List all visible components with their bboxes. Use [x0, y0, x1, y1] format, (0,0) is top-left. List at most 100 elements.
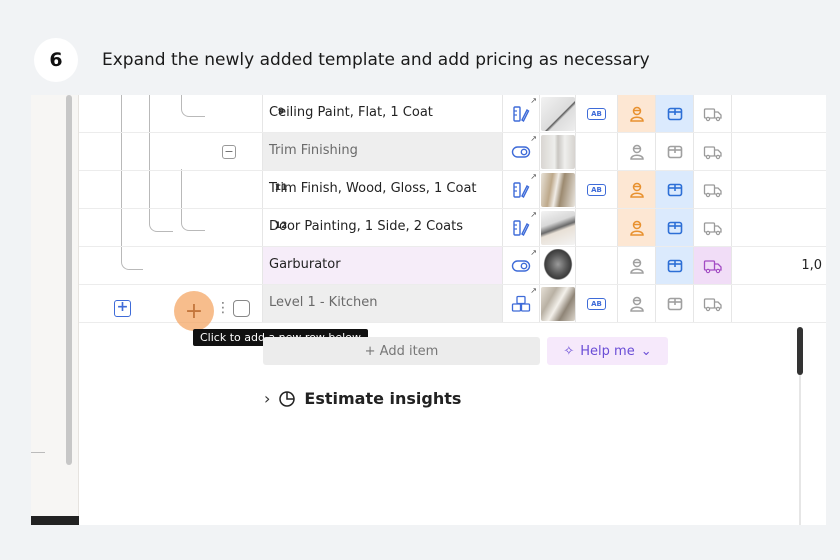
item-name: Trim Finish, Wood, Gloss, 1 Coat: [269, 181, 477, 196]
row-checkbox[interactable]: [233, 300, 250, 317]
item-image[interactable]: [539, 285, 575, 322]
pencil-ruler-icon: [512, 219, 530, 237]
type-cell[interactable]: ↗: [502, 133, 539, 170]
material-cell[interactable]: [655, 247, 693, 284]
ab-badge: AB: [587, 107, 606, 120]
add-item-button[interactable]: + Add item: [263, 337, 540, 365]
ab-badge: AB: [587, 297, 606, 310]
amount-cell[interactable]: [731, 285, 826, 322]
item-image[interactable]: [539, 133, 575, 170]
amount-cell[interactable]: [731, 209, 826, 246]
external-link-icon: ↗: [530, 248, 537, 257]
divider: [799, 375, 801, 525]
labor-cell[interactable]: [617, 285, 655, 322]
table-row[interactable]: 9 Ceiling Paint, Flat, 1 Coat ↗ AB: [79, 95, 826, 133]
ab-cell[interactable]: AB: [575, 171, 617, 208]
ab-cell[interactable]: AB: [575, 285, 617, 322]
item-name-cell[interactable]: Trim Finishing: [262, 133, 502, 170]
amount-cell[interactable]: [731, 133, 826, 170]
type-cell[interactable]: ↗: [502, 285, 539, 322]
material-cell[interactable]: [655, 171, 693, 208]
box-icon: [666, 257, 684, 275]
labor-cell[interactable]: [617, 209, 655, 246]
amount-cell[interactable]: [731, 95, 826, 132]
subcontract-cell[interactable]: [693, 285, 731, 322]
box-icon: [666, 181, 684, 199]
labor-cell[interactable]: [617, 133, 655, 170]
truck-icon: [703, 105, 723, 123]
item-image[interactable]: [539, 247, 575, 284]
truck-icon: [703, 295, 723, 313]
type-cell[interactable]: ↗: [502, 171, 539, 208]
help-me-button[interactable]: ✧ Help me ⌄: [547, 337, 668, 365]
chevron-down-icon: ⌄: [640, 343, 652, 359]
worker-icon: [628, 295, 646, 313]
amount-cell[interactable]: [731, 171, 826, 208]
material-cell[interactable]: [655, 133, 693, 170]
item-name-cell[interactable]: Trim Finish, Wood, Gloss, 1 Coat: [262, 171, 502, 208]
ab-cell[interactable]: AB: [575, 95, 617, 132]
item-image[interactable]: [539, 209, 575, 246]
left-scrollbar[interactable]: [66, 95, 72, 465]
ab-cell[interactable]: [575, 247, 617, 284]
material-cell[interactable]: [655, 285, 693, 322]
collapse-button[interactable]: −: [222, 145, 236, 159]
subcontract-cell[interactable]: [693, 247, 731, 284]
item-name-cell[interactable]: Door Painting, 1 Side, 2 Coats: [262, 209, 502, 246]
material-cell[interactable]: [655, 209, 693, 246]
truck-icon: [703, 181, 723, 199]
ab-badge: AB: [587, 183, 606, 196]
item-name-cell[interactable]: Level 1 - Kitchen: [262, 285, 502, 322]
external-link-icon: ↗: [530, 286, 537, 295]
box-icon: [666, 219, 684, 237]
labor-cell[interactable]: [617, 171, 655, 208]
type-cell[interactable]: ↗: [502, 95, 539, 132]
left-panel: [31, 95, 79, 525]
box-icon: [666, 105, 684, 123]
pencil-ruler-icon: [512, 105, 530, 123]
item-image[interactable]: [539, 95, 575, 132]
right-scrollbar[interactable]: [797, 327, 803, 375]
external-link-icon: ↗: [530, 96, 537, 105]
pencil-ruler-icon: [512, 181, 530, 199]
item-name: Garburator: [269, 257, 341, 272]
divider: [31, 452, 45, 453]
item-image[interactable]: [539, 171, 575, 208]
subcontract-cell[interactable]: [693, 171, 731, 208]
worker-icon: [628, 181, 646, 199]
type-cell[interactable]: ↗: [502, 209, 539, 246]
expand-button[interactable]: +: [114, 300, 131, 317]
add-row-button[interactable]: +: [174, 291, 214, 331]
table-row[interactable]: 12 Door Painting, 1 Side, 2 Coats ↗: [79, 209, 826, 247]
labor-cell[interactable]: [617, 95, 655, 132]
table-row[interactable]: − 10 Trim Finishing ↗: [79, 133, 826, 171]
chevron-right-icon: ›: [264, 389, 271, 408]
subcontract-cell[interactable]: [693, 133, 731, 170]
external-link-icon: ↗: [530, 172, 537, 181]
external-link-icon: ↗: [530, 134, 537, 143]
truck-icon: [703, 219, 723, 237]
sparkle-icon: ✧: [563, 343, 575, 359]
item-name-cell[interactable]: Ceiling Paint, Flat, 1 Coat: [262, 95, 502, 132]
external-link-icon: ↗: [530, 210, 537, 219]
item-name: Level 1 - Kitchen: [269, 295, 378, 310]
table-row[interactable]: 11 Trim Finish, Wood, Gloss, 1 Coat ↗ AB: [79, 171, 826, 209]
item-name: Ceiling Paint, Flat, 1 Coat: [269, 105, 433, 120]
subcontract-cell[interactable]: [693, 95, 731, 132]
type-cell[interactable]: ↗: [502, 247, 539, 284]
pie-chart-icon: [278, 390, 296, 408]
ab-cell[interactable]: [575, 209, 617, 246]
labor-cell[interactable]: [617, 247, 655, 284]
truck-icon: [703, 257, 723, 275]
table-row[interactable]: 13 Garburator ↗ 1,0: [79, 247, 826, 285]
item-name: Trim Finishing: [269, 143, 358, 158]
ab-cell[interactable]: [575, 133, 617, 170]
estimate-insights-label: Estimate insights: [304, 389, 462, 408]
amount-cell[interactable]: 1,0: [731, 247, 826, 284]
estimate-insights-toggle[interactable]: › Estimate insights: [264, 389, 461, 408]
boxes-icon: [511, 295, 531, 313]
subcontract-cell[interactable]: [693, 209, 731, 246]
item-name-cell[interactable]: Garburator: [262, 247, 502, 284]
help-me-label: Help me: [580, 343, 635, 359]
material-cell[interactable]: [655, 95, 693, 132]
